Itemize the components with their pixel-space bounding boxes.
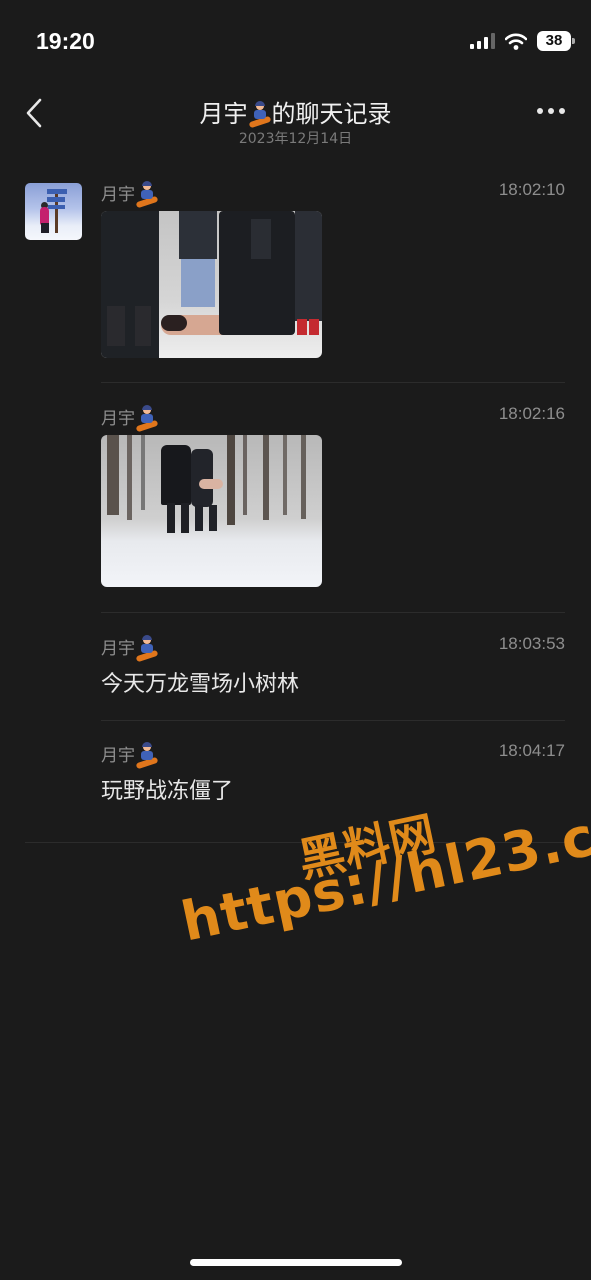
divider [101, 720, 565, 721]
sender-name: 月宇 [101, 634, 565, 663]
sender-name: 月宇 [101, 404, 565, 433]
message-time: 18:04:17 [498, 741, 565, 760]
status-time: 19:20 [36, 28, 95, 54]
message-image[interactable] [101, 435, 322, 587]
snowboarder-icon [248, 101, 272, 129]
page-title: 月宇 的聊天记录 [0, 94, 591, 129]
signal-icon [470, 33, 495, 49]
more-button[interactable] [537, 108, 565, 114]
sender-name: 月宇 [101, 180, 565, 209]
message-item: 月宇 18:02:10 [101, 180, 565, 210]
snowboarder-icon [135, 405, 159, 433]
title-name: 月宇 [199, 100, 248, 128]
divider [101, 382, 565, 383]
wifi-icon [505, 33, 527, 50]
sender-name: 月宇 [101, 741, 565, 770]
snowboarder-icon [135, 635, 159, 663]
avatar[interactable] [25, 183, 82, 240]
divider [101, 612, 565, 613]
home-indicator[interactable] [190, 1259, 402, 1266]
status-icons: 38 [470, 31, 575, 51]
message-text: 今天万龙雪场小树林 [101, 672, 300, 697]
message-time: 18:02:16 [498, 404, 565, 423]
message-time: 18:03:53 [498, 634, 565, 653]
snowboarder-icon [135, 181, 159, 209]
snowboarder-icon [135, 742, 159, 770]
message-item: 月宇 18:03:53 今天万龙雪场小树林 [101, 634, 565, 704]
message-time: 18:02:10 [498, 180, 565, 199]
message-item: 月宇 18:02:16 [101, 404, 565, 434]
chat-date: 2023年12月14日 [238, 131, 353, 147]
message-item: 月宇 18:04:17 玩野战冻僵了 [101, 741, 565, 811]
more-icon [537, 108, 543, 114]
battery-icon: 38 [537, 31, 575, 51]
message-text: 玩野战冻僵了 [101, 779, 234, 804]
title-suffix: 的聊天记录 [271, 100, 392, 128]
message-image[interactable] [101, 211, 322, 358]
